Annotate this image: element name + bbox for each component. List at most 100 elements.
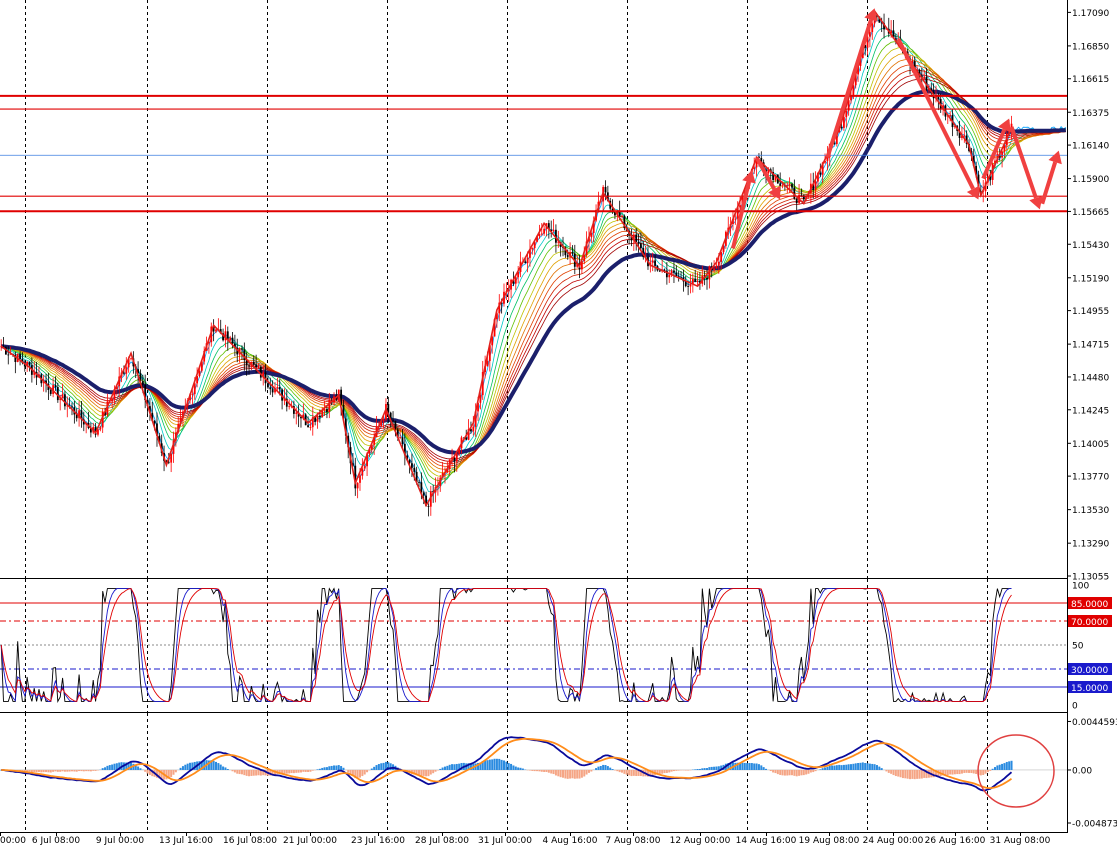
macd-bar — [590, 770, 592, 772]
macd-bar — [980, 770, 982, 775]
stoch-tick-label: 50 — [1072, 642, 1084, 652]
macd-bar — [555, 770, 557, 775]
macd-bar — [770, 770, 772, 771]
macd-bar — [1011, 761, 1013, 770]
time-label: 12 Aug 00:00 — [670, 836, 731, 846]
macd-bar — [874, 764, 876, 770]
candle-body — [253, 362, 255, 365]
macd-bar — [798, 770, 800, 776]
candle-body — [718, 262, 720, 266]
macd-bar — [184, 765, 186, 770]
macd-bar — [982, 770, 984, 775]
macd-bar — [59, 770, 61, 772]
candle-body — [713, 269, 715, 271]
macd-bar — [64, 770, 66, 772]
macd-bar — [841, 765, 843, 770]
candle-body — [779, 183, 781, 185]
macd-bar — [371, 769, 373, 770]
candle-body — [19, 354, 21, 359]
macd-bar — [959, 770, 961, 774]
macd-bar — [985, 770, 987, 774]
macd-bar — [897, 770, 899, 777]
macd-bar — [522, 769, 524, 770]
macd-bar — [1003, 763, 1005, 770]
macd-bar — [430, 770, 432, 775]
macd-bar — [453, 764, 455, 770]
macd-bar — [760, 765, 762, 770]
candle-body — [697, 281, 699, 282]
macd-bar — [973, 770, 975, 773]
macd-bar — [215, 762, 217, 770]
time-label: 26 Aug 16:00 — [925, 836, 986, 846]
macd-bar — [774, 770, 776, 773]
macd-bar — [541, 770, 543, 772]
macd-bar — [517, 767, 519, 770]
stoch-level-label: 70.0000 — [1071, 618, 1108, 628]
macd-bar — [243, 770, 245, 775]
macd-bar — [515, 767, 517, 770]
time-label: 31 Jul 00:00 — [478, 836, 532, 846]
macd-bar — [744, 763, 746, 770]
candle-body — [279, 387, 281, 389]
candle-body — [572, 252, 574, 253]
macd-bar — [366, 770, 368, 772]
candle-body — [789, 184, 791, 185]
candle-body — [605, 187, 607, 192]
macd-bar — [963, 770, 965, 773]
macd-bar — [569, 770, 571, 779]
macd-bar — [439, 769, 441, 770]
macd-bar — [111, 765, 113, 770]
macd-bar — [486, 760, 488, 770]
candle-body — [690, 285, 692, 287]
time-label: 19 Aug 08:00 — [799, 836, 860, 846]
macd-bar — [213, 761, 215, 770]
macd-bar — [1006, 762, 1008, 770]
macd-bar — [838, 765, 840, 770]
price-tick-label: 1.16140 — [1072, 142, 1109, 152]
macd-bar — [175, 770, 177, 772]
macd-bar — [456, 764, 458, 770]
macd-bar — [364, 770, 366, 775]
time-label: 16 Jul 08:00 — [223, 836, 277, 846]
macd-bar — [607, 766, 609, 770]
macd-bar — [373, 767, 375, 770]
macd-bar — [144, 770, 146, 772]
macd-bar — [227, 769, 229, 770]
macd-bar — [881, 768, 883, 770]
price-tick-label: 1.14955 — [1072, 307, 1109, 317]
macd-bar — [505, 762, 507, 770]
macd-bar — [52, 770, 54, 772]
macd-bar — [446, 766, 448, 770]
candle-body — [154, 421, 156, 423]
candle-body — [7, 355, 9, 356]
macd-bar — [718, 766, 720, 770]
macd-bar — [574, 770, 576, 779]
candle-body — [130, 358, 132, 359]
price-tick-label: 1.14245 — [1072, 406, 1109, 416]
macd-bar — [595, 768, 597, 770]
macd-bar — [803, 770, 805, 775]
candle-body — [801, 195, 803, 196]
candle-body — [288, 406, 290, 407]
macd-bar — [859, 763, 861, 770]
candle-body — [640, 243, 642, 248]
macd-bar — [586, 770, 588, 775]
macd-bar — [623, 770, 625, 774]
forex-chart-window[interactable]: 1.164921.163981.157741.156661.16067 85.0… — [0, 0, 1117, 846]
macd-bar — [831, 765, 833, 769]
price-tick-label: 1.14005 — [1072, 440, 1109, 450]
price-tick-label: 1.16375 — [1072, 109, 1109, 119]
macd-bar — [508, 763, 510, 770]
macd-bar — [451, 764, 453, 770]
macd-bar — [855, 763, 857, 770]
candle-body — [456, 454, 458, 462]
candle-body — [272, 389, 274, 392]
macd-bar — [553, 770, 555, 774]
macd-bar — [890, 770, 892, 774]
macd-bar — [73, 770, 75, 772]
candle-body — [553, 230, 555, 231]
macd-bar — [236, 770, 238, 774]
chart-canvas[interactable]: 1.164921.163981.157741.156661.16067 85.0… — [0, 0, 1117, 846]
time-label: 31 Aug 08:00 — [990, 836, 1051, 846]
macd-bar — [678, 770, 680, 771]
